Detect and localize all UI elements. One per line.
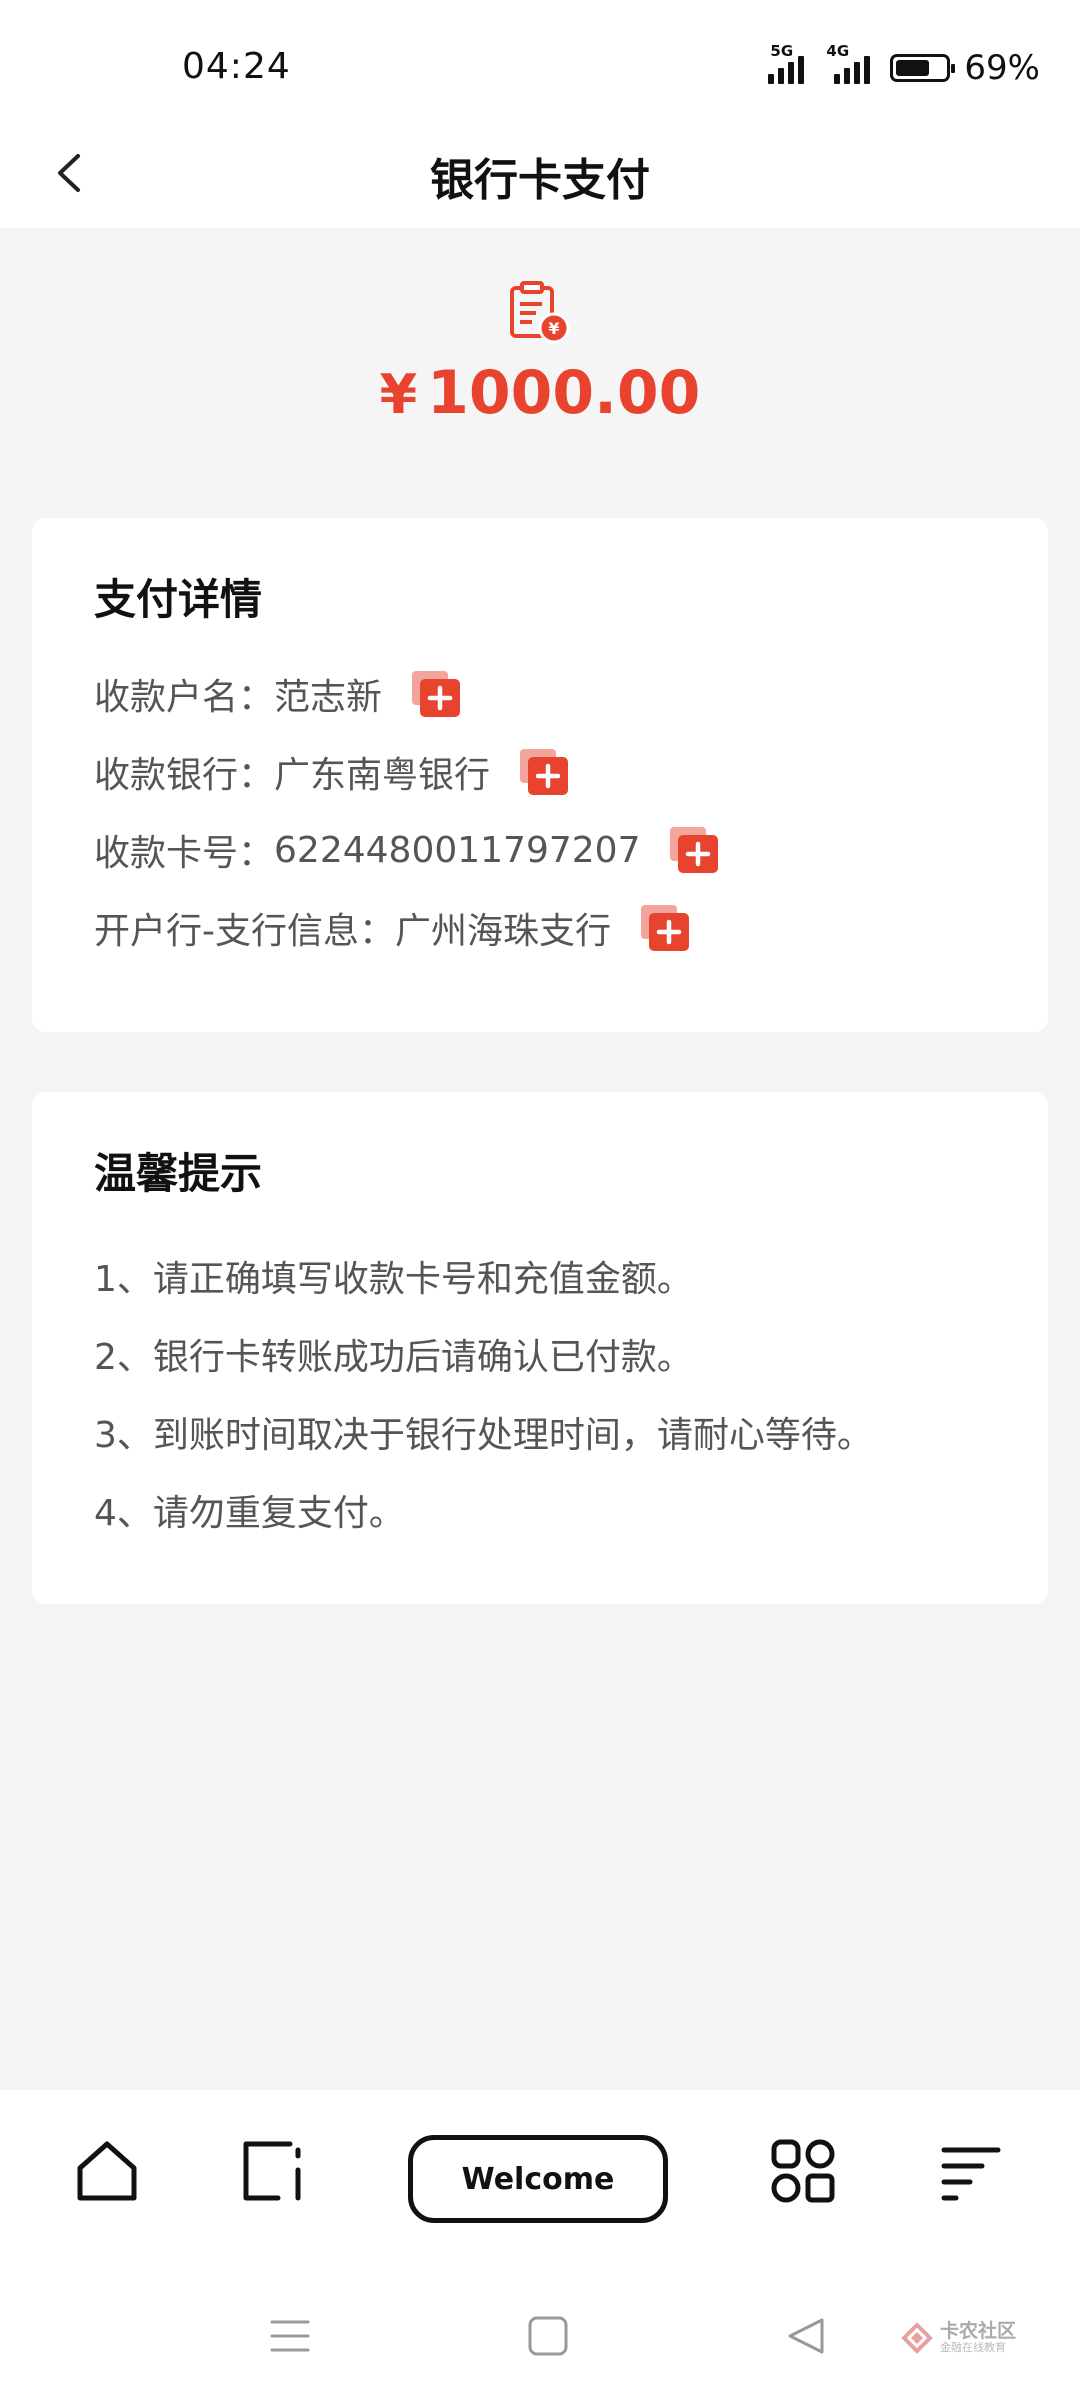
watermark-sub: 金融在线教育 [940, 2341, 1006, 2355]
tip-line: 2、银行卡转账成功后请确认已付款。 [94, 1337, 693, 1378]
tabs-icon[interactable] [238, 2136, 308, 2206]
system-nav-bar: 卡农社区 金融在线教育 [0, 2270, 1080, 2400]
detail-row-card-number: 收款卡号： 6224480011797207 [94, 822, 720, 878]
back-triangle-icon[interactable] [784, 2314, 828, 2358]
copy-icon[interactable] [518, 747, 570, 797]
amount-value: 1000.00 [427, 358, 701, 428]
signal-5g-icon: 5G [758, 42, 810, 84]
page: 04:24 5G 4G 69% 银行卡支付 ¥ ¥ 1000.00 支付详情 收… [0, 0, 1080, 2400]
detail-label: 收款卡号： [94, 833, 275, 874]
detail-label: 开户行-支行信息： [94, 911, 395, 952]
payment-details-title: 支付详情 [94, 575, 263, 624]
watermark-main: 卡农社区 [940, 2320, 1017, 2343]
detail-value: 6224480011797207 [274, 829, 641, 871]
copy-icon[interactable] [639, 903, 691, 953]
copy-icon[interactable] [668, 825, 720, 875]
tips-title: 温馨提示 [94, 1149, 263, 1198]
home-icon[interactable] [72, 2136, 142, 2206]
detail-value: 广州海珠支行 [395, 911, 612, 952]
status-bar: 04:24 5G 4G 69% [0, 0, 1080, 120]
copy-icon[interactable] [410, 669, 462, 719]
menu-icon[interactable] [936, 2136, 1006, 2206]
payment-details-card: 支付详情 收款户名： 范志新 收款银行： 广东南粤银行 收款卡号： 622448… [32, 518, 1048, 1032]
detail-label: 收款户名： [94, 677, 275, 718]
currency-symbol: ¥ [379, 363, 418, 426]
detail-label: 收款银行： [94, 755, 275, 796]
home-square-icon[interactable] [526, 2314, 570, 2358]
tip-line: 1、请正确填写收款卡号和充值金额。 [94, 1259, 693, 1300]
detail-value: 范志新 [274, 677, 383, 718]
tip-line: 4、请勿重复支付。 [94, 1493, 405, 1534]
watermark-logo-icon [901, 2322, 933, 2354]
watermark: 卡农社区 金融在线教育 [900, 2308, 1060, 2368]
battery-fill [896, 60, 930, 76]
browser-toolbar: Welcome [0, 2090, 1080, 2270]
status-time: 04:24 [182, 46, 291, 87]
battery-percent: 69% [964, 48, 1040, 88]
tips-card: 温馨提示 1、请正确填写收款卡号和充值金额。 2、银行卡转账成功后请确认已付款。… [32, 1092, 1048, 1604]
detail-row-account-name: 收款户名： 范志新 [94, 666, 462, 722]
signal-5g-label: 5G [770, 42, 794, 60]
detail-value: 广东南粤银行 [274, 755, 491, 796]
tip-line: 3、到账时间取决于银行处理时间，请耐心等待。 [94, 1415, 873, 1456]
detail-row-branch: 开户行-支行信息： 广州海珠支行 [94, 900, 691, 956]
signal-4g-icon: 4G [824, 42, 876, 84]
battery-icon [890, 54, 956, 82]
recents-icon[interactable] [268, 2314, 312, 2358]
receipt-icon: ¥ [510, 281, 570, 344]
svg-text:¥: ¥ [548, 319, 559, 338]
detail-row-bank: 收款银行： 广东南粤银行 [94, 744, 570, 800]
app-header: 银行卡支付 [0, 120, 1080, 228]
payment-amount: ¥1000.00 [0, 358, 1080, 428]
apps-icon[interactable] [768, 2136, 838, 2206]
status-indicators: 5G 4G 69% [758, 42, 1040, 88]
page-title: 银行卡支付 [430, 155, 650, 206]
signal-4g-label: 4G [826, 42, 850, 60]
welcome-button[interactable]: Welcome [408, 2135, 668, 2223]
